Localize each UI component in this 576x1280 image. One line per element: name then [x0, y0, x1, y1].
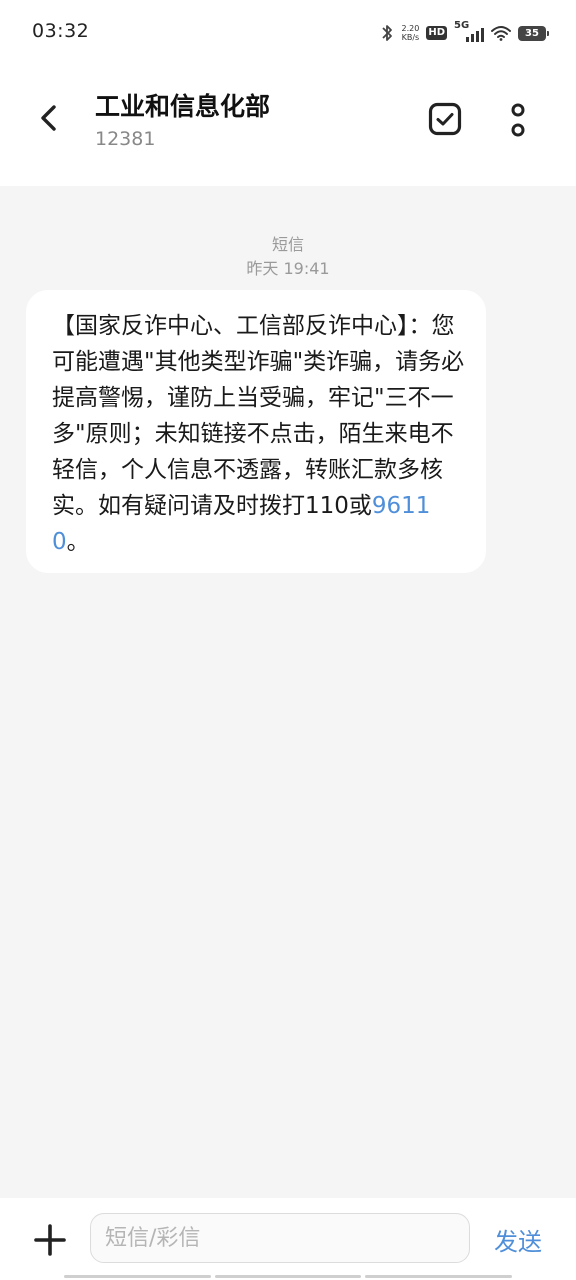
bluetooth-icon [381, 25, 392, 41]
message-text: 【国家反诈中心、工信部反诈中心】：您可能遭遇"其他类型诈骗"类诈骗，请务必提高警… [52, 308, 468, 560]
status-bar: 03:32 2.20 KB/s HD 5G 35 [0, 0, 576, 66]
message-input[interactable] [90, 1213, 470, 1263]
contact-name: 工业和信息化部 [95, 92, 271, 121]
status-time: 03:32 [32, 20, 90, 42]
contact-number: 12381 [95, 128, 156, 150]
send-button[interactable]: 发送 [494, 1222, 542, 1257]
message-type-label: 短信 [271, 235, 304, 254]
more-options-button[interactable] [500, 98, 536, 142]
top-app-bar: 03:32 2.20 KB/s HD 5G 35 工业和信息化部 12381 [0, 0, 576, 186]
cellular-signal-icon: 5G [454, 20, 484, 42]
message-timestamp: 昨天 19:41 [246, 259, 330, 278]
battery-icon: 35 [518, 25, 549, 41]
hd-voice-icon: HD [426, 26, 447, 40]
status-icons: 2.20 KB/s HD 5G 35 [379, 20, 549, 46]
back-button[interactable] [28, 94, 68, 142]
add-attachment-button[interactable] [30, 1220, 70, 1260]
contact-header[interactable]: 工业和信息化部 12381 [95, 90, 270, 152]
network-speed-value: 2.20 [401, 24, 420, 33]
wifi-icon [491, 26, 511, 41]
composer-bar: 发送 [0, 1198, 576, 1280]
select-messages-button[interactable] [426, 100, 464, 138]
navigation-gesture-bar [64, 1275, 513, 1278]
network-speed-unit: KB/s [401, 33, 420, 42]
more-vertical-icon [511, 103, 525, 137]
network-speed: 2.20 KB/s [402, 24, 420, 42]
chevron-left-icon [41, 105, 56, 131]
plus-icon [34, 1224, 66, 1256]
message-end: 。 [66, 529, 90, 555]
message-body: 【国家反诈中心、工信部反诈中心】：您可能遭遇"其他类型诈骗"类诈骗，请务必提高警… [52, 313, 465, 519]
network-type-label: 5G [454, 20, 470, 31]
message-bubble[interactable]: 【国家反诈中心、工信部反诈中心】：您可能遭遇"其他类型诈骗"类诈骗，请务必提高警… [26, 290, 486, 573]
checkbox-icon [428, 102, 462, 136]
